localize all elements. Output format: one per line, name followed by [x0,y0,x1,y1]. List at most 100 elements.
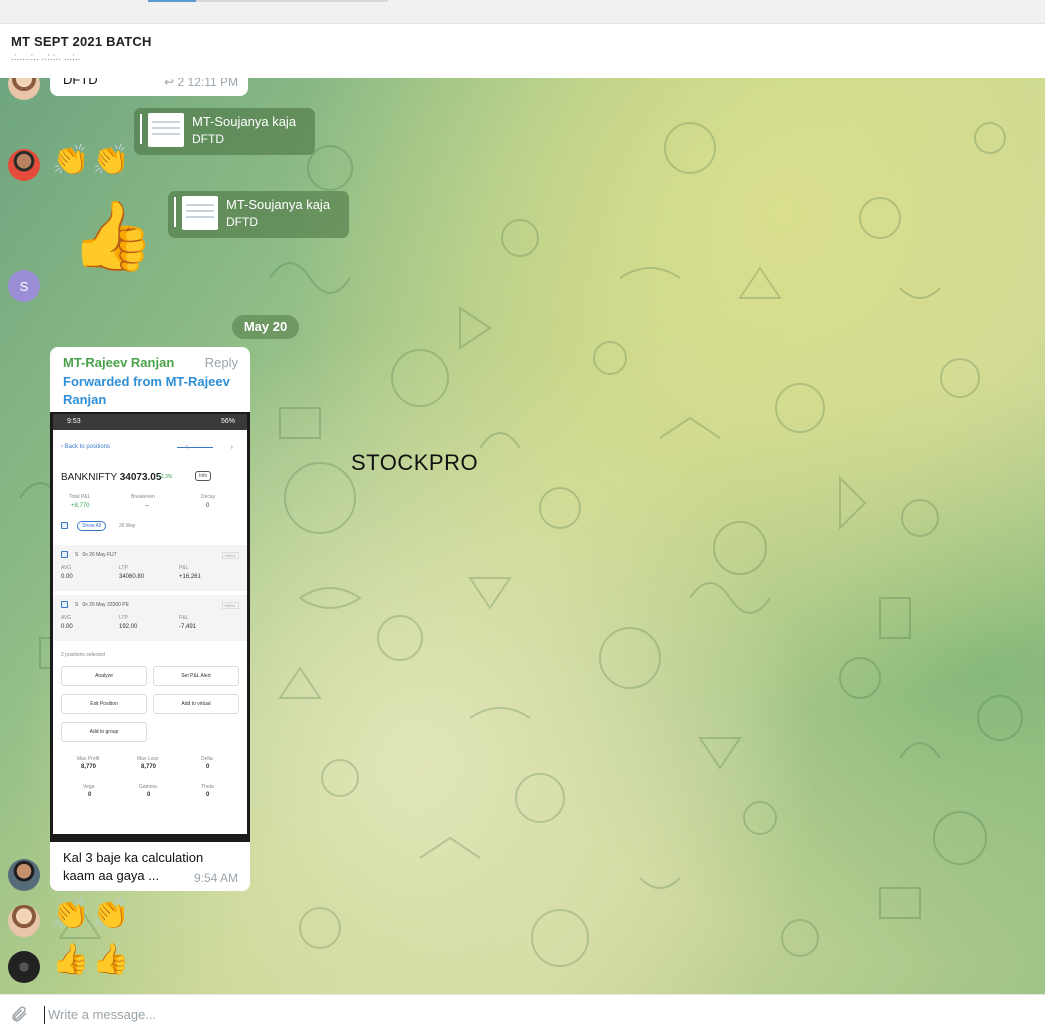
col-value: 34060.80 [119,574,145,580]
position-row: S 0x 26 May 33300 PE NRML AVG 0.00 LTP 1… [53,595,247,641]
thumbs-up-emoji: 👍 [92,943,130,976]
stat-value: 8,770 [81,764,97,770]
screenshot-image[interactable]: 9:53 56% ‹ Back to positions ‹ › BANKNIF… [50,412,250,842]
position-tag: NRML [221,602,239,609]
reply-arrow-icon: ↩ [164,78,175,89]
chat-title[interactable]: MT SEPT 2021 BATCH [11,34,152,49]
position-name: 0x 26 May 33300 PE [82,602,129,608]
clap-emoji: 👏 [92,144,130,177]
stat-label: Gamma [139,784,157,790]
message-input[interactable]: Write a message... [48,1007,156,1022]
analyze-button: Analyze [61,666,147,686]
avatar[interactable] [8,951,40,983]
checkbox [61,601,68,608]
stat-label: Total P&L [69,494,91,500]
chat-subtitle-clipped: .:.....:.. ..:.:.. ...:.. [11,54,81,60]
stat-value: -- [145,503,149,509]
message-meta: ↩ 2 12:11 PM [164,78,238,89]
stat-label: Breakeven [131,494,155,500]
thumbs-up-emoji: 👍 [70,198,155,274]
clap-emoji: 👏 [92,898,130,931]
filter-pill: Show All [77,521,107,531]
clap-emoji: 👏 [52,144,90,177]
date-separator: May 20 [232,315,299,339]
position-name: 0x 26 May FUT [82,552,117,558]
reply-author: MT-Soujanya kaja [226,197,331,212]
reply-button[interactable]: Reply [205,355,238,370]
col-label: P&L [179,615,189,621]
col-label: LTP [119,615,128,621]
phone-status-bar: 9:53 56% [53,414,247,430]
stat-value: 0 [206,764,210,770]
text-caret [44,1006,45,1024]
ticker-name: BANKNIFTY [61,472,117,483]
reply-preview[interactable]: MT-Soujanya kaja DFTD [134,108,315,155]
reply-preview[interactable]: MT-Soujanya kaja DFTD [168,191,349,238]
position-qty: S [75,552,79,558]
col-value: +16,261 [179,574,201,580]
active-tab-indicator [148,0,196,2]
date-filter: 26 May [119,523,136,529]
message-time: 9:54 AM [193,871,238,885]
reply-bar [140,114,142,144]
reply-bar [174,197,176,227]
ticker: BANKNIFTY 34073.05 [61,472,161,483]
phone-screen: ‹ Back to positions ‹ › BANKNIFTY 34073.… [53,430,247,834]
reply-thumbnail [182,196,218,230]
exit-position-button: Exit Position [61,694,147,714]
stat-value: 0 [88,792,92,798]
tab-indicator [196,0,388,2]
reply-author: MT-Soujanya kaja [192,114,297,129]
forwarded-message[interactable]: MT-Rajeev Ranjan Reply Forwarded from MT… [50,347,250,891]
col-label: AVG [61,615,72,621]
battery-level: 56% [220,418,235,425]
col-value: 0.00 [61,574,73,580]
window-top-strip [0,0,1045,24]
reply-count: 2 [177,78,185,89]
forwarded-from[interactable]: Forwarded from MT-Rajeev Ranjan [63,373,243,409]
avatar[interactable] [8,859,40,891]
position-tag: NRML [221,552,239,559]
reply-thumbnail [148,113,184,147]
stat-value: 0 [206,792,210,798]
col-value: 192.00 [119,624,138,630]
message-time: 12:11 PM [187,78,238,89]
stat-value: 0 [147,792,151,798]
reply-text: DFTD [226,215,258,229]
chat-header[interactable]: MT SEPT 2021 BATCH .:.....:.. ..:.:.. ..… [0,24,1045,78]
paperclip-icon[interactable] [10,1005,28,1023]
col-label: AVG [61,565,72,571]
add-group-button: Add to group [61,722,147,742]
col-value: 0.00 [61,624,73,630]
position-qty: S [75,602,79,608]
stat-label: Max Profit [77,756,100,762]
thumbs-up-emoji: 👍 [52,943,90,976]
checkbox [61,522,68,529]
message-bubble[interactable]: DFTD ↩ 2 12:11 PM [50,78,248,96]
status-time: 9:53 [67,418,81,425]
stat-value: +8,770 [71,503,90,509]
ticker-price: 34073.05 [119,472,162,483]
stat-label: Decay [201,494,216,500]
avatar[interactable] [8,905,40,937]
col-value: -7,491 [179,624,197,630]
position-row: S 0x 26 May FUT NRML AVG 0.00 LTP 34060.… [53,545,247,591]
checkbox [61,551,68,558]
add-virtual-button: Add to virtual [153,694,239,714]
message-text: DFTD [63,78,98,87]
stat-value: 0 [206,503,210,509]
stat-value: 8,770 [141,764,157,770]
avatar[interactable] [8,149,40,181]
set-alert-button: Set P&L Alert [153,666,239,686]
chat-area[interactable]: DFTD ↩ 2 12:11 PM MT-Soujanya kaja DFTD … [0,78,1045,994]
back-link: ‹ Back to positions [61,444,111,450]
col-label: LTP [119,565,128,571]
stat-label: Max Loss [137,756,159,762]
stat-label: Theta [201,784,214,790]
clap-emoji: 👏 [52,898,90,931]
avatar[interactable]: S [8,270,40,302]
reply-text: DFTD [192,132,224,146]
message-composer[interactable]: Write a message... [0,994,1045,1032]
watermark-text: STOCKPRO [351,450,479,475]
sender-name[interactable]: MT-Rajeev Ranjan [63,355,174,370]
